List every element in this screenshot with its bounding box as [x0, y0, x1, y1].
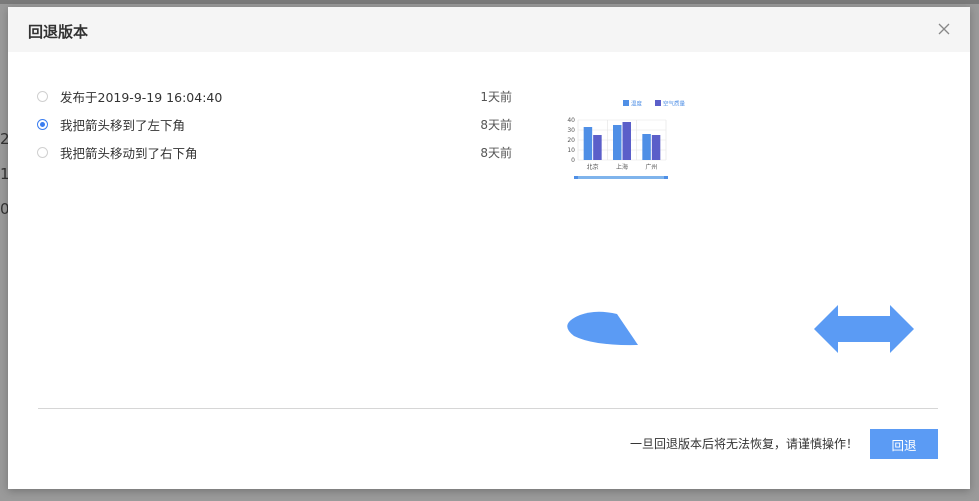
y-tick-label: 10 — [567, 147, 575, 154]
version-label: 我把箭头移到了左下角 — [60, 117, 186, 133]
footer-divider — [38, 408, 938, 409]
bar — [593, 135, 602, 160]
y-tick-label: 40 — [567, 117, 575, 124]
rollback-dialog: 回退版本 发布于2019-9-19 16:04:40 1天前 我把箭头移到了左下… — [8, 7, 970, 489]
x-tick-label: 广州 — [645, 163, 657, 171]
y-tick-label: 0 — [571, 157, 575, 164]
close-icon[interactable] — [936, 21, 952, 37]
x-tick-label: 北京 — [587, 163, 599, 171]
legend-swatch — [623, 100, 629, 106]
version-radio[interactable] — [37, 118, 48, 130]
dialog-header: 回退版本 — [8, 7, 970, 52]
double-arrow-shape — [814, 305, 914, 353]
version-item[interactable]: 我把箭头移动到了右下角 8天前 — [37, 138, 512, 166]
bar — [583, 127, 593, 160]
version-item[interactable]: 我把箭头移到了左下角 8天前 — [37, 110, 512, 138]
warning-text: 一旦回退版本后将无法恢复，请谨慎操作！ — [630, 437, 859, 451]
version-time: 8天前 — [480, 117, 512, 132]
rollback-button[interactable]: 回退 — [870, 429, 938, 459]
semicircle-shape — [567, 311, 638, 346]
version-label: 发布于2019-9-19 16:04:40 — [60, 89, 223, 105]
x-tick-label: 上海 — [616, 163, 628, 171]
version-time: 1天前 — [480, 89, 512, 104]
chart-scrollbar-handle — [574, 176, 578, 179]
legend-swatch — [655, 100, 661, 106]
version-preview: 0 10 20 30 40 北京 上海 广州 温度 空气质量 — [567, 100, 914, 353]
dialog-title: 回退版本 — [28, 23, 89, 41]
chart-scrollbar-handle — [664, 176, 668, 179]
y-tick-label: 30 — [567, 127, 575, 134]
legend-label: 空气质量 — [663, 100, 686, 108]
bar — [622, 122, 631, 160]
preview-chart: 0 10 20 30 40 北京 上海 广州 温度 空气质量 — [567, 100, 686, 179]
version-label: 我把箭头移动到了右下角 — [60, 145, 198, 161]
y-tick-label: 20 — [567, 137, 575, 144]
legend-label: 温度 — [631, 100, 643, 108]
bar — [651, 135, 661, 160]
version-radio[interactable] — [37, 90, 48, 102]
version-radio[interactable] — [37, 146, 48, 158]
version-list: 发布于2019-9-19 16:04:40 1天前 我把箭头移到了左下角 8天前… — [37, 82, 512, 166]
version-time: 8天前 — [480, 145, 512, 160]
bar — [642, 134, 651, 160]
bar — [613, 125, 622, 160]
background-top-bar — [0, 0, 979, 4]
chart-scrollbar — [574, 176, 668, 179]
version-item[interactable]: 发布于2019-9-19 16:04:40 1天前 — [37, 82, 512, 110]
